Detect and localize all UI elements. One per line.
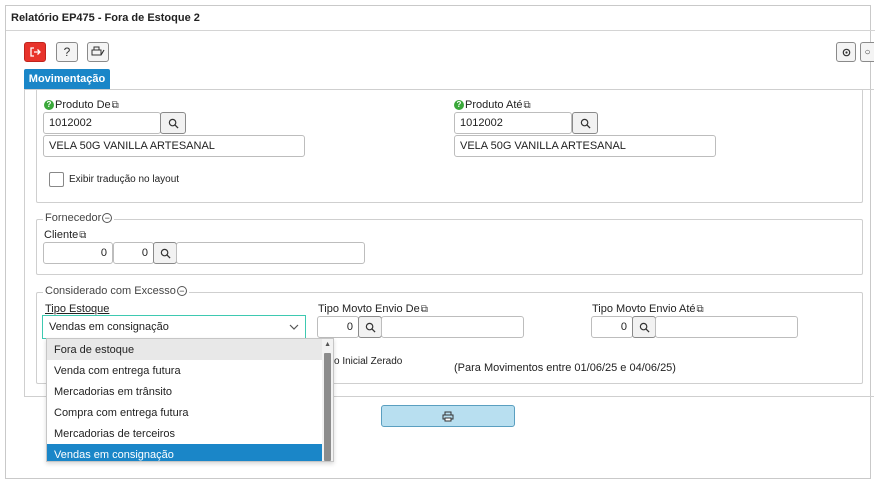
fornecedor-legend-text: Fornecedor xyxy=(45,212,102,224)
collapse-icon[interactable]: − xyxy=(102,213,113,223)
produto-ate-label: Produto Até xyxy=(465,99,523,111)
exit-button[interactable] xyxy=(24,42,46,62)
cliente-sub-input[interactable]: 0 xyxy=(113,242,154,264)
dropdown-option-selected[interactable]: Vendas em consignação xyxy=(47,444,323,461)
gear-icon xyxy=(842,48,850,56)
printer-icon xyxy=(442,411,454,421)
tipo-movto-ate-label-row: Tipo Movto Envio Até ⧉ xyxy=(592,303,704,315)
search-icon xyxy=(365,322,376,333)
considerado-legend: Considerado com Excesso − xyxy=(43,285,189,297)
search-partial-icon: ○ xyxy=(864,46,871,58)
tipo-movto-de-label-row: Tipo Movto Envio De ⧉ xyxy=(318,303,428,315)
collapse-icon[interactable]: − xyxy=(176,286,187,296)
tipo-movto-de-name xyxy=(381,316,524,338)
scrollbar-thumb[interactable] xyxy=(324,353,331,461)
cliente-name-field xyxy=(176,242,365,264)
produto-ate-code-input[interactable]: 1012002 xyxy=(454,112,572,134)
copy-icon[interactable]: ⧉ xyxy=(697,304,704,315)
help-icon: ? xyxy=(454,100,464,110)
exit-icon xyxy=(30,47,41,57)
print-button[interactable] xyxy=(381,405,515,427)
exibir-traducao-checkbox[interactable] xyxy=(49,172,64,187)
dropdown-option[interactable]: Fora de estoque xyxy=(47,339,323,360)
fornecedor-legend: Fornecedor − xyxy=(43,212,115,224)
produto-ate-description: VELA 50G VANILLA ARTESANAL xyxy=(454,135,716,157)
title-divider xyxy=(6,30,875,31)
dropdown-scrollbar[interactable]: ▲ xyxy=(322,339,333,461)
cliente-code-input[interactable]: 0 xyxy=(43,242,113,264)
produto-ate-label-row: ? Produto Até ⧉ xyxy=(454,99,531,111)
search-icon xyxy=(580,118,591,129)
search-icon xyxy=(168,118,179,129)
chevron-down-icon xyxy=(289,324,299,330)
tipo-movto-ate-input[interactable]: 0 xyxy=(591,316,633,338)
tipo-movto-ate-label: Tipo Movto Envio Até xyxy=(592,303,696,315)
dropdown-option[interactable]: Compra com entrega futura xyxy=(47,402,323,423)
help-icon: ? xyxy=(44,100,54,110)
print-setup-button[interactable] xyxy=(87,42,109,62)
tipo-estoque-select[interactable]: Vendas em consignação xyxy=(42,315,306,339)
print-setup-icon xyxy=(91,46,105,56)
help-button[interactable]: ? xyxy=(56,42,78,62)
periodo-text: (Para Movimentos entre 01/06/25 e 04/06/… xyxy=(454,362,676,374)
tipo-estoque-label-text: Tipo Estoque xyxy=(45,303,110,315)
tipo-movto-de-label: Tipo Movto Envio De xyxy=(318,303,420,315)
cliente-search-button[interactable] xyxy=(153,242,177,264)
produto-de-code-input[interactable]: 1012002 xyxy=(43,112,161,134)
produto-de-search-button[interactable] xyxy=(160,112,186,134)
exibir-traducao-label: Exibir tradução no layout xyxy=(69,174,180,185)
tipo-movto-de-input[interactable]: 0 xyxy=(317,316,359,338)
help-label: ? xyxy=(63,45,71,59)
tipo-estoque-label: Tipo Estoque xyxy=(45,303,109,315)
more-button[interactable]: ○ xyxy=(860,42,874,62)
tipo-movto-ate-search-button[interactable] xyxy=(632,316,656,338)
saldo-inicial-label: o Inicial Zerado xyxy=(334,356,403,367)
search-icon xyxy=(639,322,650,333)
settings-button[interactable] xyxy=(836,42,856,62)
considerado-legend-text: Considerado com Excesso xyxy=(45,285,176,297)
produto-de-label-row: ? Produto De ⧉ xyxy=(44,99,119,111)
tipo-movto-de-search-button[interactable] xyxy=(358,316,382,338)
cliente-label: Cliente xyxy=(44,229,79,241)
dropdown-option[interactable]: Mercadorias em trânsito xyxy=(47,381,323,402)
tab-movimentacao[interactable]: Movimentação xyxy=(24,69,110,89)
window-title: Relatório EP475 - Fora de Estoque 2 xyxy=(11,12,200,24)
tipo-estoque-selected-value: Vendas em consignação xyxy=(49,321,169,333)
cliente-label-row: Cliente ⧉ xyxy=(44,229,86,241)
copy-icon[interactable]: ⧉ xyxy=(112,100,119,111)
produto-ate-search-button[interactable] xyxy=(572,112,598,134)
produto-de-label: Produto De xyxy=(55,99,111,111)
tipo-estoque-dropdown: Fora de estoque Venda com entrega futura… xyxy=(46,338,334,462)
copy-icon[interactable]: ⧉ xyxy=(524,100,531,111)
search-icon xyxy=(160,248,171,259)
tipo-movto-ate-name xyxy=(655,316,798,338)
copy-icon[interactable]: ⧉ xyxy=(421,304,428,315)
produto-de-description: VELA 50G VANILLA ARTESANAL xyxy=(43,135,305,157)
scroll-up-icon[interactable]: ▲ xyxy=(324,341,331,348)
dropdown-option[interactable]: Venda com entrega futura xyxy=(47,360,323,381)
copy-icon[interactable]: ⧉ xyxy=(79,230,86,241)
dropdown-option[interactable]: Mercadorias de terceiros xyxy=(47,423,323,444)
